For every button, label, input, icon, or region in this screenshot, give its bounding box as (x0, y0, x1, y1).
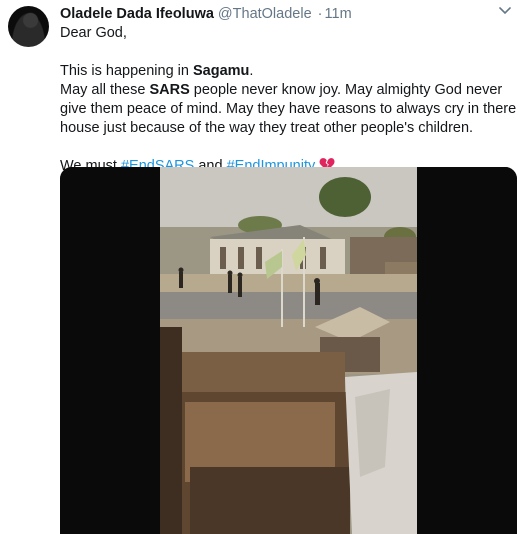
video-frame (60, 167, 517, 534)
bold-text: SARS (149, 82, 190, 98)
tweet-line: This is happening in Sagamu. (60, 62, 522, 81)
tweet-text: Dear God, This is happening in Sagamu. M… (60, 24, 522, 176)
video-player[interactable] (60, 167, 517, 534)
text-fragment: May all these (60, 82, 150, 98)
text-fragment: This is happening in (60, 63, 193, 79)
tweet-header: Oladele Dada Ifeoluwa @ThatOladele · 11m (60, 6, 497, 24)
avatar[interactable] (8, 6, 49, 47)
chevron-down-icon[interactable] (497, 4, 513, 18)
greeting-text: Dear God, (60, 25, 127, 41)
text-fragment: . (249, 63, 254, 79)
tweet-line: Dear God, (60, 24, 522, 43)
bold-text: Sagamu (193, 63, 250, 79)
author-handle[interactable]: @ThatOladele (218, 6, 312, 22)
separator-dot: · (317, 6, 323, 22)
tweet-line: May all these SARS people never know joy… (60, 81, 522, 138)
author-name[interactable]: Oladele Dada Ifeoluwa (60, 6, 214, 22)
tweet-timestamp[interactable]: 11m (325, 6, 352, 22)
